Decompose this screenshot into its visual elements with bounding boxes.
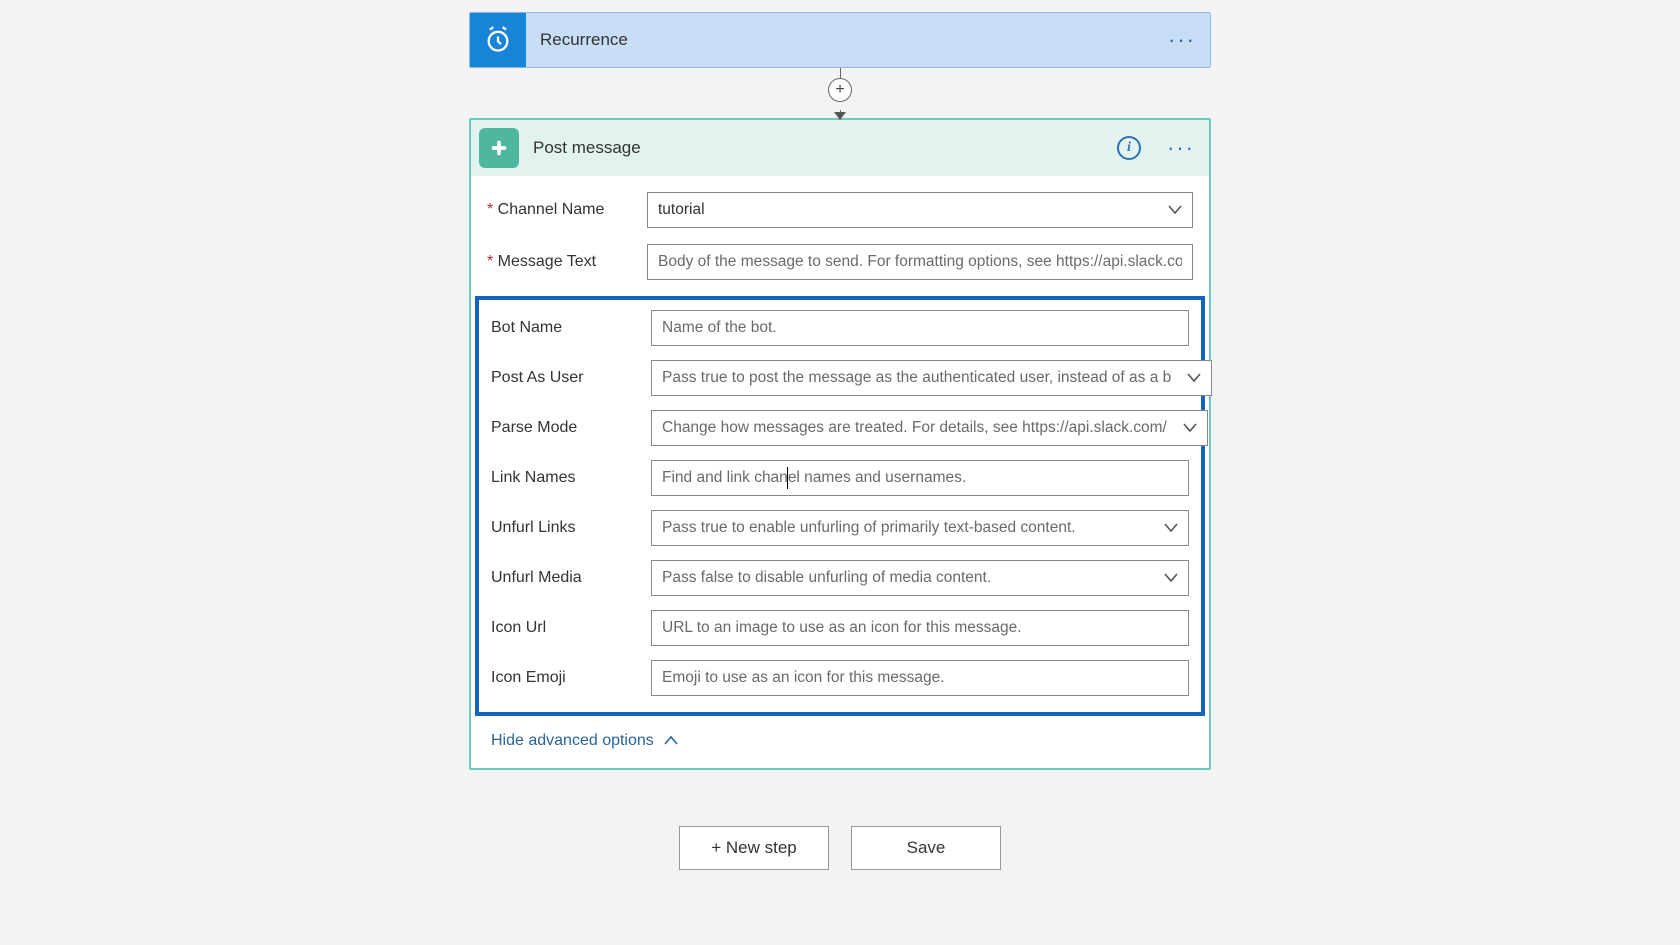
post-message-title: Post message	[527, 138, 1117, 158]
flow-canvas: Recurrence ··· + Post message i ···	[469, 12, 1211, 870]
advanced-options-highlight: Bot Name Post As User Pass true to post …	[475, 296, 1205, 716]
new-step-button[interactable]: + New step	[679, 826, 829, 870]
chevron-down-icon	[1183, 423, 1197, 433]
chevron-down-icon	[1164, 523, 1178, 533]
recurrence-title: Recurrence	[526, 13, 1154, 67]
clock-icon	[470, 13, 526, 67]
post-message-menu-button[interactable]: ···	[1159, 135, 1203, 161]
add-step-inline-button[interactable]: +	[828, 78, 852, 102]
unfurl-media-select[interactable]: Pass false to disable unfurling of media…	[651, 560, 1189, 596]
save-button[interactable]: Save	[851, 826, 1001, 870]
chevron-down-icon	[1187, 373, 1201, 383]
connector: +	[469, 68, 1211, 118]
channel-name-select[interactable]: tutorial	[647, 192, 1193, 228]
info-icon[interactable]: i	[1117, 136, 1141, 160]
icon-url-input[interactable]	[651, 610, 1189, 646]
arrow-down-icon	[834, 112, 846, 120]
recurrence-card[interactable]: Recurrence ···	[469, 12, 1211, 68]
bottom-actions: + New step Save	[469, 826, 1211, 870]
chevron-up-icon	[664, 732, 678, 750]
message-text-label: * Message Text	[487, 253, 647, 271]
link-names-label: Link Names	[491, 469, 651, 487]
bot-name-input[interactable]	[651, 310, 1189, 346]
post-as-user-select[interactable]: Pass true to post the message as the aut…	[651, 360, 1212, 396]
icon-emoji-label: Icon Emoji	[491, 669, 651, 687]
channel-name-label: * Channel Name	[487, 201, 647, 219]
unfurl-links-select[interactable]: Pass true to enable unfurling of primari…	[651, 510, 1189, 546]
post-message-body: * Channel Name tutorial * Message Text	[471, 176, 1209, 768]
parse-mode-label: Parse Mode	[491, 419, 651, 437]
chevron-down-icon	[1168, 205, 1182, 215]
icon-url-label: Icon Url	[491, 619, 651, 637]
post-as-user-label: Post As User	[491, 369, 651, 387]
post-message-card: Post message i ··· * Channel Name tutori…	[469, 118, 1211, 770]
icon-emoji-input[interactable]	[651, 660, 1189, 696]
hide-advanced-options-link[interactable]: Hide advanced options	[491, 732, 678, 750]
link-names-input[interactable]: Find and link chanel names and usernames…	[651, 460, 1189, 496]
message-text-input[interactable]	[647, 244, 1193, 280]
unfurl-links-label: Unfurl Links	[491, 519, 651, 537]
recurrence-menu-button[interactable]: ···	[1154, 13, 1210, 67]
slack-icon	[479, 128, 519, 168]
parse-mode-select[interactable]: Change how messages are treated. For det…	[651, 410, 1208, 446]
post-message-header[interactable]: Post message i ···	[471, 120, 1209, 176]
chevron-down-icon	[1164, 573, 1178, 583]
unfurl-media-label: Unfurl Media	[491, 569, 651, 587]
bot-name-label: Bot Name	[491, 319, 651, 337]
